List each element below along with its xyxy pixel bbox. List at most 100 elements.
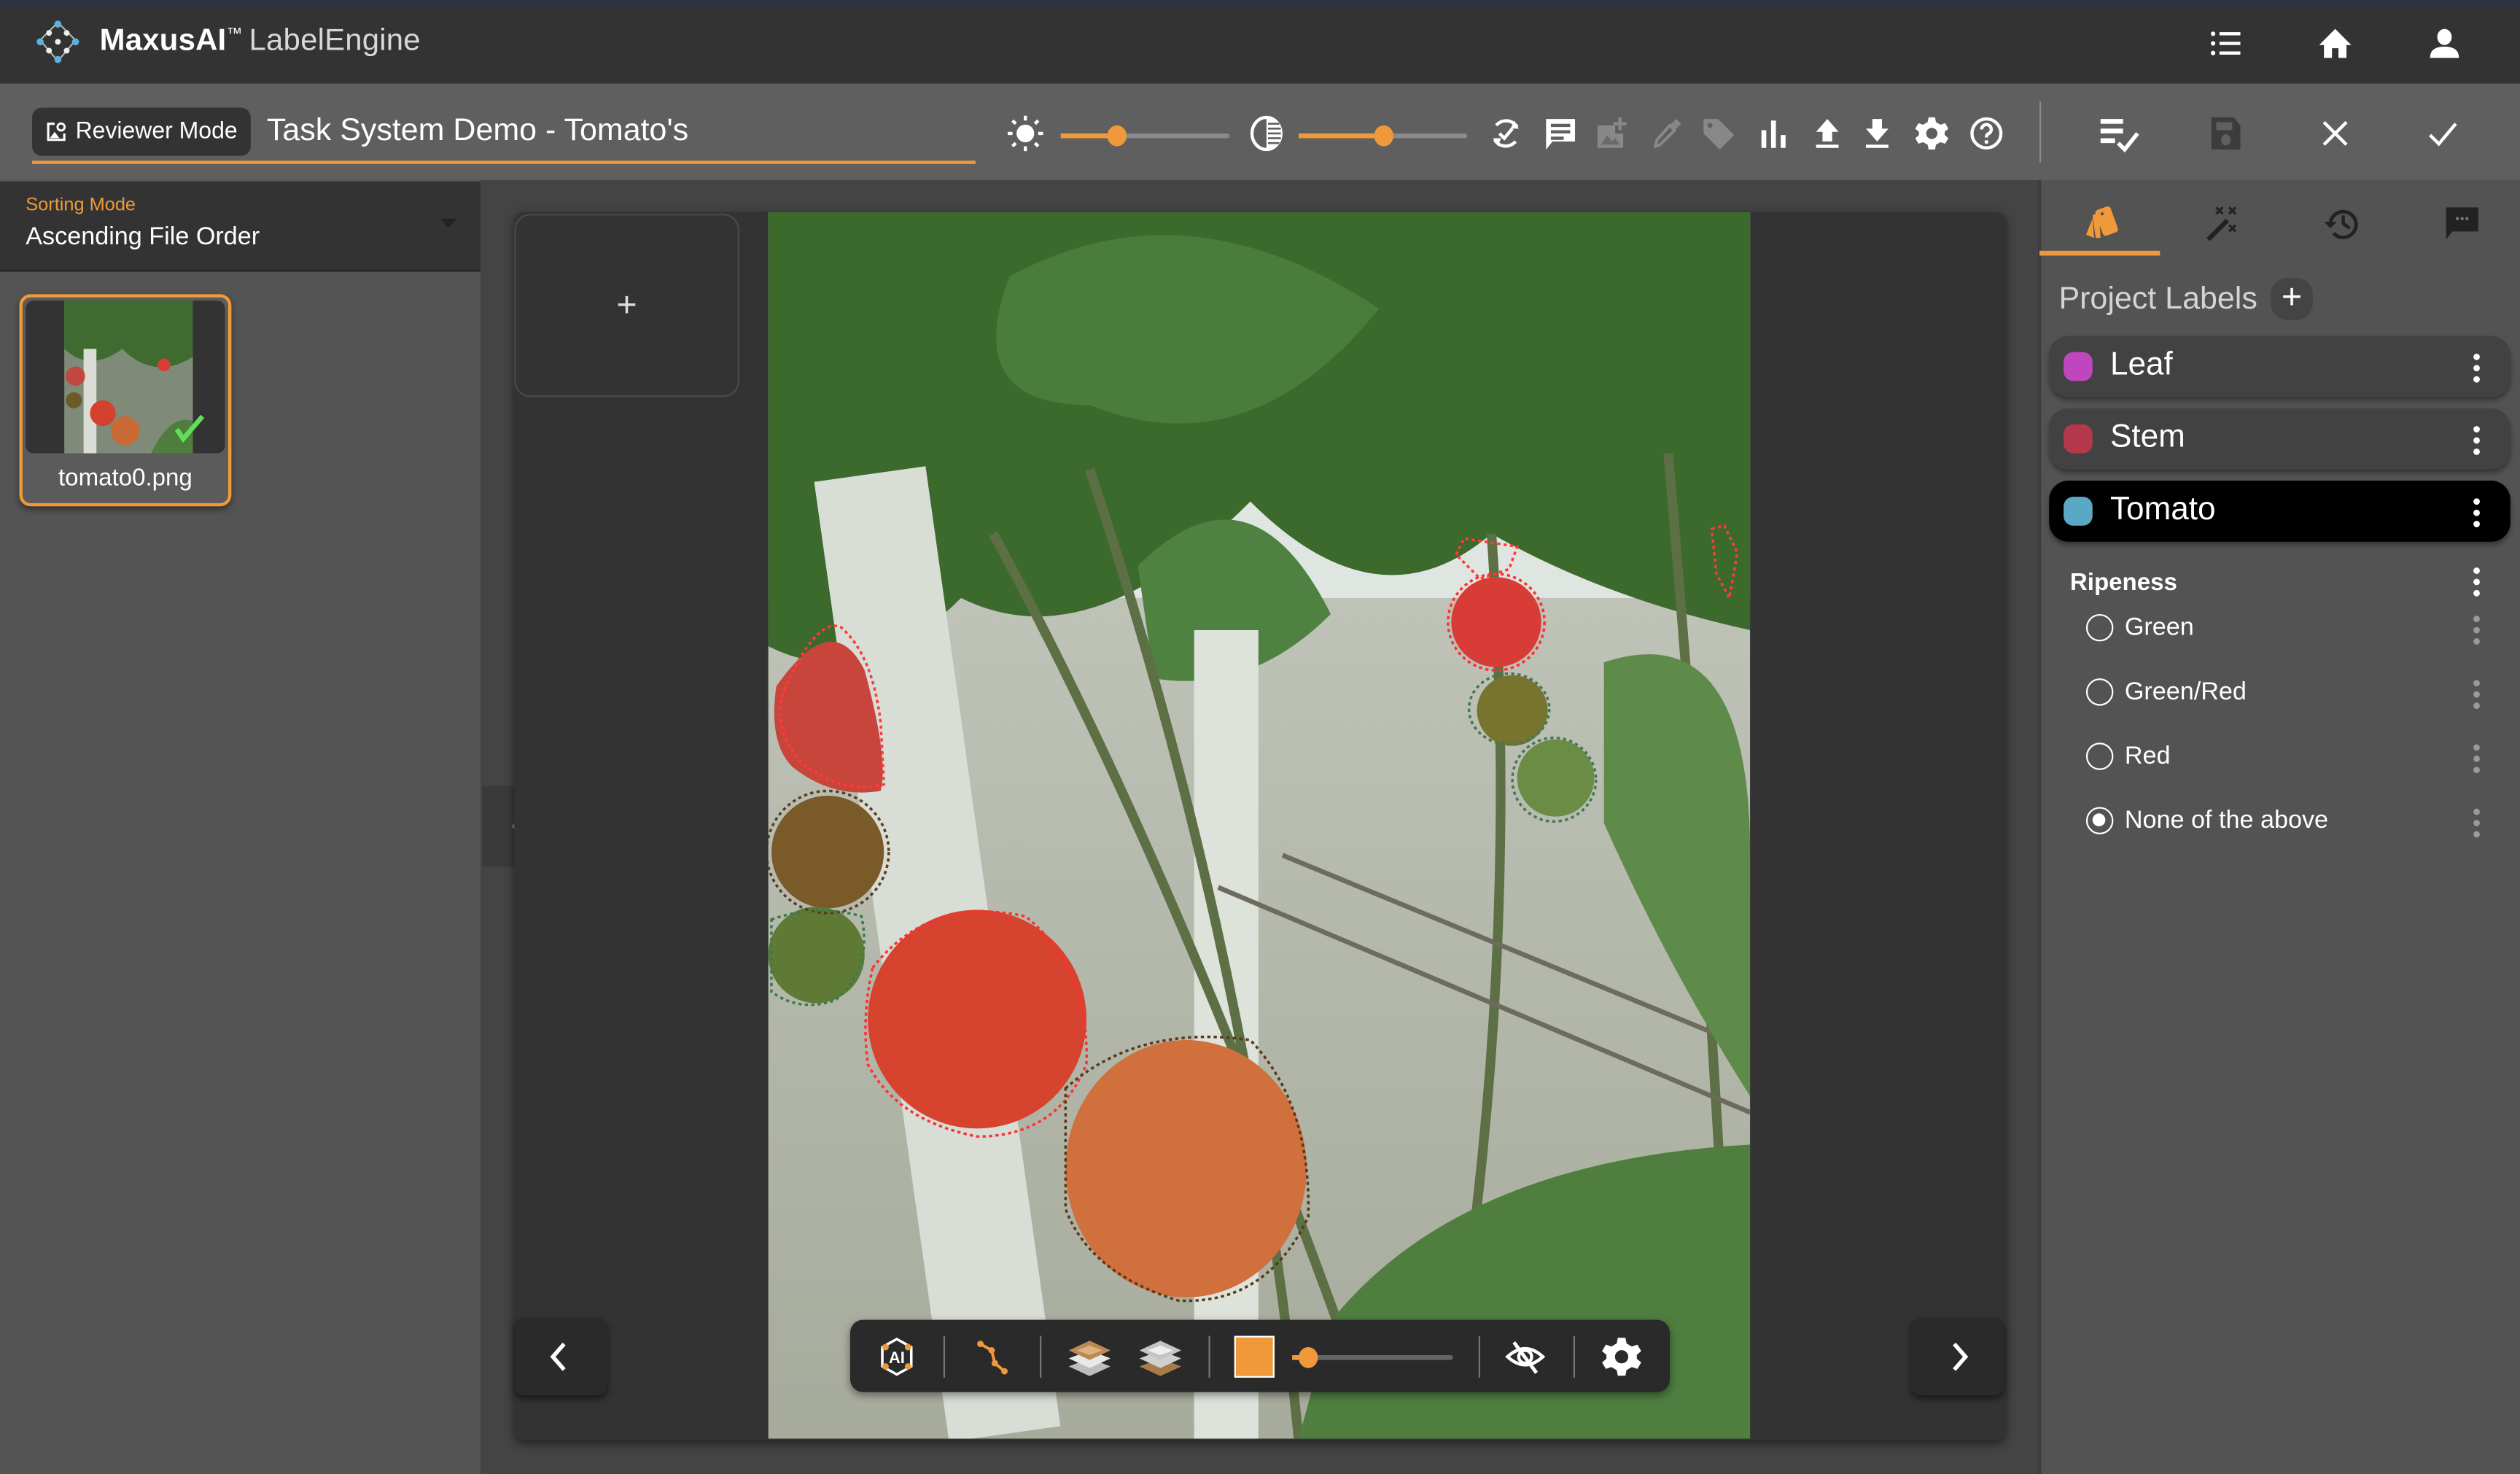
- ripeness-option-green[interactable]: Green: [2085, 609, 2502, 651]
- account-icon[interactable]: [2427, 26, 2462, 61]
- chevron-left-icon: [550, 1342, 566, 1371]
- ripeness-option-red[interactable]: Red: [2085, 738, 2502, 780]
- comments-tab[interactable]: [2401, 193, 2520, 254]
- image-search-icon: [47, 122, 66, 141]
- maxusai-logo-icon: [36, 20, 79, 63]
- layer-down-icon[interactable]: [1136, 1336, 1184, 1378]
- ripeness-option-green-red[interactable]: Green/Red: [2085, 674, 2502, 715]
- layer-up-icon[interactable]: [1065, 1336, 1113, 1378]
- annotated-image[interactable]: [768, 212, 1751, 1439]
- next-image-button[interactable]: [1910, 1318, 2004, 1396]
- contrast-slider[interactable]: [1298, 125, 1468, 147]
- chevron-right-icon: [1953, 1342, 1969, 1371]
- magic-wand-tab[interactable]: [2160, 193, 2280, 254]
- help-icon[interactable]: [1969, 116, 2004, 151]
- radio-button[interactable]: [2085, 742, 2114, 770]
- thumbnail-image: [26, 300, 225, 454]
- more-options-icon[interactable]: [2473, 498, 2480, 527]
- ai-assist-icon[interactable]: AI: [876, 1336, 917, 1378]
- tag-icon: [1703, 119, 1735, 150]
- upload-icon[interactable]: [1810, 116, 1845, 151]
- download-icon[interactable]: [1859, 116, 1894, 151]
- history-tab[interactable]: [2281, 193, 2401, 254]
- toolbar-divider: [1208, 1335, 1210, 1378]
- history-icon: [2323, 209, 2357, 239]
- option-label: Green: [2124, 613, 2194, 642]
- brightness-slider[interactable]: [1060, 125, 1230, 147]
- label-item-leaf[interactable]: Leaf: [2049, 335, 2511, 397]
- option-label: None of the above: [2124, 807, 2329, 834]
- opacity-slider-knob[interactable]: [1298, 1347, 1318, 1368]
- more-options-icon[interactable]: [2473, 353, 2480, 383]
- add-label-button[interactable]: +: [2271, 277, 2313, 320]
- fill-color-swatch[interactable]: [1234, 1335, 1275, 1378]
- bar-chart-icon[interactable]: [1755, 116, 1790, 151]
- label-color-swatch: [2064, 497, 2093, 526]
- canvas-settings-icon[interactable]: [1601, 1336, 1642, 1378]
- review-list-icon[interactable]: [2097, 112, 2145, 154]
- product-name: LabelEngine: [249, 24, 421, 58]
- option-menu-icon[interactable]: [2473, 680, 2480, 710]
- toolbar-divider: [1478, 1335, 1480, 1378]
- previous-image-button[interactable]: [514, 1318, 608, 1396]
- mode-label: Reviewer Mode: [75, 119, 238, 145]
- contrast-slider-fill: [1298, 133, 1383, 139]
- active-tab-indicator: [2039, 250, 2161, 256]
- radio-button[interactable]: [2085, 678, 2114, 706]
- sorting-mode-value[interactable]: Ascending File Order: [26, 223, 260, 252]
- ripeness-option-none[interactable]: None of the above: [2085, 802, 2502, 844]
- file-thumbnail[interactable]: tomato0.png: [19, 294, 232, 507]
- save-icon[interactable]: [2208, 112, 2243, 154]
- title-underline: [32, 160, 976, 164]
- more-options-icon[interactable]: [2473, 426, 2480, 455]
- add-image-tile[interactable]: +: [514, 214, 739, 397]
- label-item-stem[interactable]: Stem: [2049, 408, 2511, 470]
- radio-button[interactable]: [2085, 613, 2114, 642]
- annotation-toolbar: AI: [849, 1319, 1671, 1392]
- option-menu-icon[interactable]: [2473, 744, 2480, 774]
- dropdown-caret-icon[interactable]: [440, 218, 456, 228]
- toolbar-divider: [2039, 101, 2042, 163]
- window-top-strip: [0, 0, 2520, 7]
- sync-check-icon[interactable]: [1488, 116, 1523, 151]
- option-menu-icon[interactable]: [2473, 808, 2480, 838]
- option-label: Green/Red: [2124, 678, 2247, 706]
- eyedropper-icon: [1653, 119, 1681, 149]
- add-image-icon: [1597, 117, 1627, 148]
- home-icon[interactable]: [2317, 26, 2352, 61]
- thumbnail-photo: [26, 300, 225, 454]
- attribute-options-icon[interactable]: [2473, 567, 2480, 597]
- comment-icon[interactable]: [1543, 116, 1578, 151]
- brightness-icon: [1007, 115, 1043, 152]
- chat-bubble-icon: [2445, 207, 2478, 240]
- toolbar-divider: [1573, 1335, 1576, 1378]
- label-name: Stem: [2109, 419, 2185, 455]
- hide-annotations-icon[interactable]: [1504, 1336, 1546, 1378]
- attribute-title: Ripeness: [2069, 569, 2177, 597]
- magic-wand-icon: [2206, 206, 2236, 241]
- opacity-slider[interactable]: [1292, 1347, 1453, 1368]
- approve-icon[interactable]: [2425, 116, 2460, 151]
- tomato-photo: [768, 212, 1751, 1439]
- label-item-tomato[interactable]: Tomato: [2049, 481, 2511, 542]
- reviewer-mode-badge: Reviewer Mode: [32, 107, 251, 156]
- label-name: Leaf: [2109, 347, 2173, 383]
- toolbar-divider: [1040, 1335, 1042, 1378]
- sorting-mode-label: Sorting Mode: [26, 195, 136, 216]
- brand-name: MaxusAI: [99, 24, 227, 58]
- polyline-tool-icon[interactable]: [972, 1336, 1014, 1378]
- labels-tab[interactable]: [2039, 193, 2160, 254]
- radio-button[interactable]: [2085, 807, 2114, 834]
- reject-icon[interactable]: [2317, 116, 2352, 151]
- app-brand: MaxusAI™ LabelEngine: [100, 24, 421, 59]
- file-name: tomato0.png: [58, 464, 192, 492]
- trademark: ™: [226, 26, 243, 44]
- labels-cards-icon: [2085, 206, 2118, 238]
- settings-icon[interactable]: [1914, 116, 1949, 151]
- task-list-icon[interactable]: [2208, 26, 2243, 61]
- contrast-slider-knob[interactable]: [1373, 125, 1393, 147]
- option-menu-icon[interactable]: [2473, 616, 2480, 645]
- brightness-slider-knob[interactable]: [1106, 125, 1127, 147]
- task-title: Task System Demo - Tomato's: [266, 112, 689, 148]
- label-name: Tomato: [2109, 492, 2216, 527]
